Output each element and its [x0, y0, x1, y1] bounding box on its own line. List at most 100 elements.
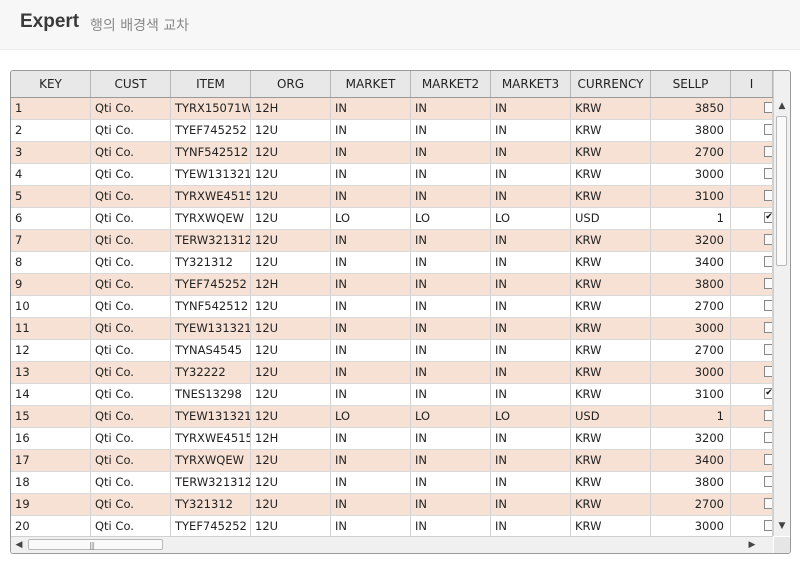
scroll-left-icon[interactable]: ◀ — [12, 537, 26, 553]
cell-item[interactable]: TYNAS4545 — [171, 340, 251, 361]
cell-currency[interactable]: KRW — [571, 318, 651, 339]
cell-currency[interactable]: KRW — [571, 252, 651, 273]
cell-org[interactable]: 12U — [251, 296, 331, 317]
cell-market[interactable]: IN — [331, 274, 411, 295]
table-row[interactable]: 20 Qti Co. TYEF745252 12U IN IN IN KRW 3000 — [11, 516, 773, 536]
cell-org[interactable]: 12U — [251, 494, 331, 515]
cell-cust[interactable]: Qti Co. — [91, 384, 171, 405]
cell-sellp[interactable]: 3800 — [651, 274, 731, 295]
cell-org[interactable]: 12U — [251, 384, 331, 405]
cell-sellp[interactable]: 3800 — [651, 120, 731, 141]
cell-org[interactable]: 12U — [251, 186, 331, 207]
cell-cust[interactable]: Qti Co. — [91, 208, 171, 229]
table-row[interactable]: 4 Qti Co. TYEW131321 12U IN IN IN KRW 3000 — [11, 164, 773, 186]
cell-cust[interactable]: Qti Co. — [91, 164, 171, 185]
cell-market[interactable]: IN — [331, 164, 411, 185]
cell-cust[interactable]: Qti Co. — [91, 252, 171, 273]
row-checkbox[interactable] — [764, 454, 772, 465]
cell-market3[interactable]: IN — [491, 384, 571, 405]
cell-key[interactable]: 14 — [11, 384, 91, 405]
cell-org[interactable]: 12U — [251, 208, 331, 229]
cell-key[interactable]: 2 — [11, 120, 91, 141]
column-header-currency[interactable]: CURRENCY — [571, 71, 651, 97]
row-checkbox[interactable] — [764, 124, 772, 135]
cell-currency[interactable]: KRW — [571, 230, 651, 251]
cell-key[interactable]: 4 — [11, 164, 91, 185]
column-header-cust[interactable]: CUST — [91, 71, 171, 97]
cell-cust[interactable]: Qti Co. — [91, 516, 171, 536]
scroll-down-icon[interactable]: ▼ — [774, 518, 790, 534]
cell-item[interactable]: TYRX15071W — [171, 98, 251, 119]
scroll-right-icon[interactable]: ▶ — [745, 537, 759, 553]
table-row[interactable]: 1 Qti Co. TYRX15071W 12H IN IN IN KRW 3850 — [11, 98, 773, 120]
cell-market3[interactable]: IN — [491, 494, 571, 515]
cell-key[interactable]: 8 — [11, 252, 91, 273]
data-grid[interactable]: KEY CUST ITEM ORG MARKET MARKET2 MARKET3 CURREN… — [10, 70, 791, 554]
cell-market3[interactable]: LO — [491, 208, 571, 229]
cell-market2[interactable]: IN — [411, 428, 491, 449]
cell-market[interactable]: IN — [331, 252, 411, 273]
cell-market2[interactable]: IN — [411, 340, 491, 361]
cell-sellp[interactable]: 3200 — [651, 230, 731, 251]
cell-cust[interactable]: Qti Co. — [91, 142, 171, 163]
table-row[interactable]: 17 Qti Co. TYRXWQEW 12U IN IN IN KRW 3400 — [11, 450, 773, 472]
cell-currency[interactable]: KRW — [571, 472, 651, 493]
cell-market2[interactable]: IN — [411, 384, 491, 405]
cell-org[interactable]: 12U — [251, 142, 331, 163]
row-checkbox[interactable] — [764, 498, 772, 509]
column-header-market2[interactable]: MARKET2 — [411, 71, 491, 97]
column-header-key[interactable]: KEY — [11, 71, 91, 97]
cell-currency[interactable]: KRW — [571, 384, 651, 405]
cell-market2[interactable]: IN — [411, 186, 491, 207]
column-header-chk[interactable]: I — [731, 71, 773, 97]
cell-market[interactable]: LO — [331, 208, 411, 229]
cell-sellp[interactable]: 3850 — [651, 98, 731, 119]
row-checkbox[interactable] — [764, 102, 772, 113]
cell-sellp[interactable]: 1 — [651, 208, 731, 229]
cell-cust[interactable]: Qti Co. — [91, 362, 171, 383]
horizontal-scroll-thumb[interactable]: ||| — [28, 539, 163, 550]
cell-market2[interactable]: IN — [411, 318, 491, 339]
cell-key[interactable]: 16 — [11, 428, 91, 449]
cell-key[interactable]: 12 — [11, 340, 91, 361]
row-checkbox[interactable]: ✔ — [764, 388, 772, 399]
cell-key[interactable]: 15 — [11, 406, 91, 427]
cell-currency[interactable]: KRW — [571, 428, 651, 449]
cell-item[interactable]: TNES13298 — [171, 384, 251, 405]
cell-item[interactable]: TYEF745252 — [171, 120, 251, 141]
cell-org[interactable]: 12H — [251, 98, 331, 119]
cell-org[interactable]: 12U — [251, 472, 331, 493]
row-checkbox[interactable] — [764, 476, 772, 487]
row-checkbox[interactable] — [764, 344, 772, 355]
cell-item[interactable]: TYRXWE4515 — [171, 186, 251, 207]
cell-sellp[interactable]: 3400 — [651, 450, 731, 471]
cell-item[interactable]: TYEW131321 — [171, 318, 251, 339]
cell-market3[interactable]: IN — [491, 472, 571, 493]
table-row[interactable]: 10 Qti Co. TYNF542512 12U IN IN IN KRW 2700 — [11, 296, 773, 318]
row-checkbox[interactable] — [764, 278, 772, 289]
cell-market2[interactable]: IN — [411, 296, 491, 317]
cell-item[interactable]: TYRXWE4515 — [171, 428, 251, 449]
cell-currency[interactable]: USD — [571, 208, 651, 229]
cell-market2[interactable]: IN — [411, 98, 491, 119]
table-row[interactable]: 11 Qti Co. TYEW131321 12U IN IN IN KRW 3000 — [11, 318, 773, 340]
column-header-org[interactable]: ORG — [251, 71, 331, 97]
cell-key[interactable]: 13 — [11, 362, 91, 383]
cell-market2[interactable]: IN — [411, 252, 491, 273]
cell-market3[interactable]: IN — [491, 252, 571, 273]
row-checkbox[interactable] — [764, 190, 772, 201]
cell-cust[interactable]: Qti Co. — [91, 230, 171, 251]
cell-org[interactable]: 12U — [251, 318, 331, 339]
cell-item[interactable]: TYEF745252 — [171, 516, 251, 536]
cell-sellp[interactable]: 3000 — [651, 516, 731, 536]
cell-sellp[interactable]: 3100 — [651, 384, 731, 405]
cell-org[interactable]: 12U — [251, 164, 331, 185]
cell-cust[interactable]: Qti Co. — [91, 186, 171, 207]
cell-market2[interactable]: IN — [411, 274, 491, 295]
cell-cust[interactable]: Qti Co. — [91, 296, 171, 317]
row-checkbox[interactable] — [764, 234, 772, 245]
cell-currency[interactable]: KRW — [571, 142, 651, 163]
cell-cust[interactable]: Qti Co. — [91, 428, 171, 449]
cell-cust[interactable]: Qti Co. — [91, 494, 171, 515]
cell-sellp[interactable]: 3200 — [651, 428, 731, 449]
